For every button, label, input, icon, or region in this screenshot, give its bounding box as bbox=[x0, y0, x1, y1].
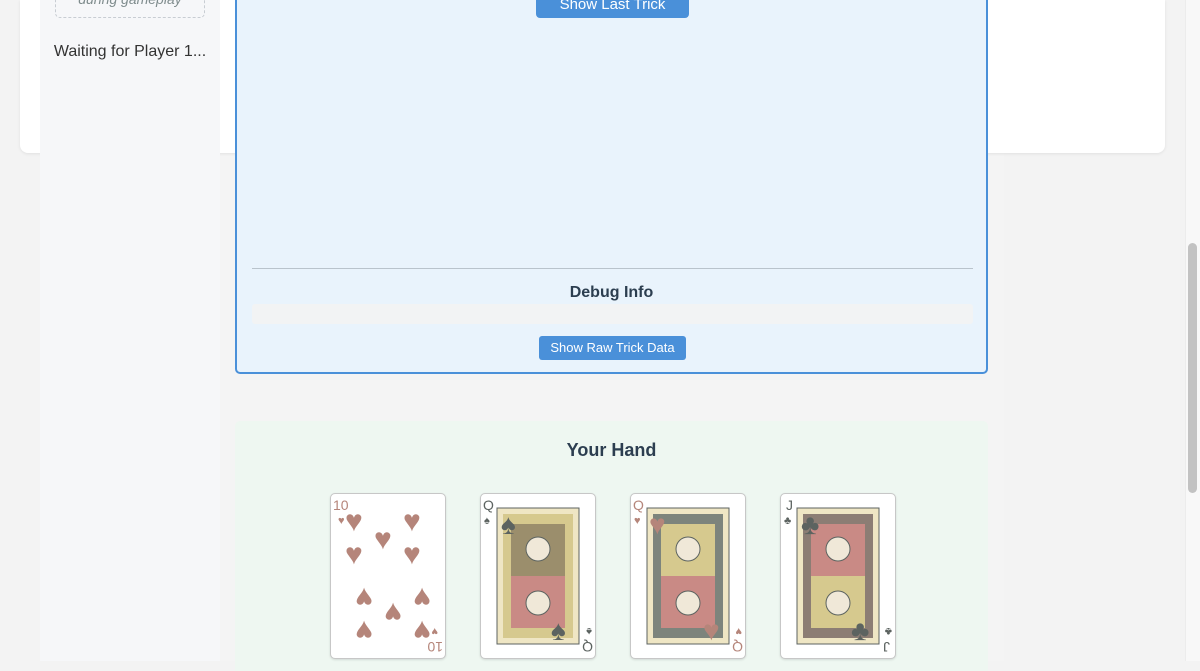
card-10-hearts[interactable]: 10 ♥ 10 ♥ ♥ ♥ ♥ ♥ ♥ ♥ ♥ ♥ ♥ ♥ bbox=[330, 493, 446, 659]
hearts-icon: ♥♥ ♥ ♥♥ bbox=[345, 505, 421, 571]
hand-title: Your Hand bbox=[566, 440, 657, 460]
svg-text:♥: ♥ bbox=[384, 596, 402, 629]
hand-panel: Your Hand 10 ♥ 10 ♥ ♥♥ ♥ ♥♥ ♥♥ ♥ ♥♥ bbox=[235, 421, 988, 671]
trick-area: Show Last Trick Debug Info Show Raw Tric… bbox=[235, 0, 988, 374]
hearts-icon: ♥ bbox=[634, 515, 641, 527]
hearts-icon: ♥ bbox=[649, 509, 666, 540]
clubs-icon: ♣ bbox=[851, 615, 869, 646]
card-rank: J bbox=[786, 497, 793, 513]
svg-text:♥: ♥ bbox=[345, 505, 363, 538]
hearts-icon: ♥ bbox=[431, 625, 438, 637]
debug-output bbox=[252, 304, 973, 324]
svg-text:♥: ♥ bbox=[413, 581, 431, 614]
spades-icon: ♠ bbox=[551, 615, 566, 646]
spades-icon: ♠ bbox=[501, 509, 516, 540]
hearts-icon: ♥ bbox=[703, 615, 720, 646]
card-rank: Q bbox=[582, 639, 593, 655]
card-q-spades[interactable]: Q ♠ Q ♠ ♠ ♠ bbox=[480, 493, 596, 659]
svg-text:♥: ♥ bbox=[374, 523, 392, 556]
svg-text:♥: ♥ bbox=[413, 614, 431, 647]
show-raw-trick-data-button[interactable]: Show Raw Trick Data bbox=[539, 336, 686, 360]
svg-text:♥: ♥ bbox=[403, 505, 421, 538]
scrollbar[interactable] bbox=[1185, 0, 1200, 661]
scrollbar-thumb[interactable] bbox=[1188, 243, 1197, 493]
svg-text:♥: ♥ bbox=[403, 538, 421, 571]
card-rank: Q bbox=[732, 639, 743, 655]
card-rank: Q bbox=[483, 497, 494, 513]
hearts-icon: ♥♥ ♥ ♥♥ bbox=[355, 581, 431, 647]
debug-info-title: Debug Info bbox=[569, 284, 654, 301]
hearts-icon: ♥ bbox=[338, 515, 345, 527]
sidebar: during gameplay Waiting for Player 1... bbox=[40, 0, 220, 661]
svg-text:♥: ♥ bbox=[345, 538, 363, 571]
card-j-clubs[interactable]: J ♣ J ♣ ♣ ♣ bbox=[780, 493, 896, 659]
svg-text:♥: ♥ bbox=[355, 581, 373, 614]
card-rank: Q bbox=[633, 497, 644, 513]
clubs-icon: ♣ bbox=[801, 509, 819, 540]
card-q-hearts[interactable]: Q ♥ Q ♥ ♥ ♥ bbox=[630, 493, 746, 659]
clubs-icon: ♣ bbox=[885, 625, 892, 637]
hearts-icon: ♥ bbox=[735, 625, 742, 637]
show-last-trick-button[interactable]: Show Last Trick bbox=[536, 0, 689, 18]
waiting-status: Waiting for Player 1... bbox=[53, 43, 207, 60]
spades-icon: ♠ bbox=[484, 515, 490, 527]
svg-text:♥: ♥ bbox=[355, 614, 373, 647]
card-rank: J bbox=[883, 639, 890, 655]
gameplay-hint: during gameplay bbox=[55, 0, 205, 18]
clubs-icon: ♣ bbox=[784, 515, 791, 527]
debug-divider bbox=[252, 268, 973, 269]
spades-icon: ♠ bbox=[586, 625, 592, 637]
